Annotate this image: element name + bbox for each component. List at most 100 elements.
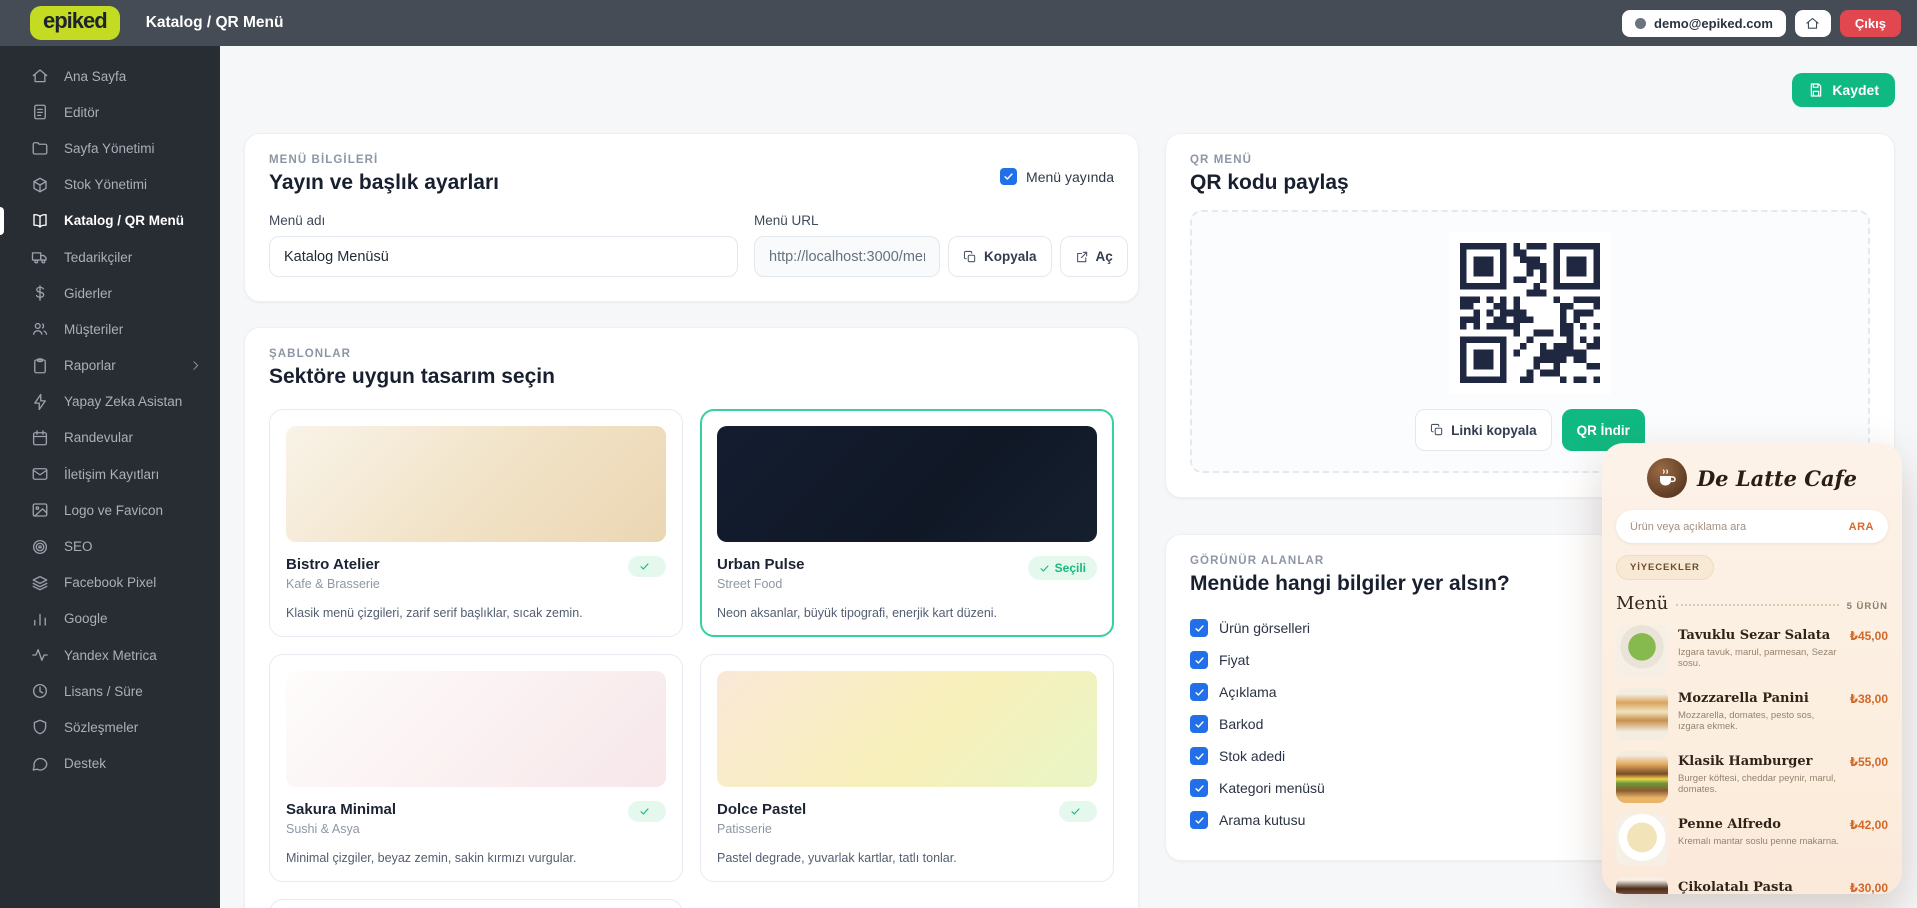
option-checkbox[interactable] bbox=[1190, 715, 1208, 733]
bar-chart-icon bbox=[31, 610, 49, 628]
sidebar-item-label: Giderler bbox=[64, 286, 112, 301]
templates-eyebrow: ŞABLONLAR bbox=[269, 348, 1114, 360]
menu-item-price: ₺42,00 bbox=[1850, 814, 1888, 832]
save-button[interactable]: Kaydet bbox=[1792, 73, 1895, 107]
publish-checkbox[interactable] bbox=[1000, 168, 1017, 185]
menu-item-name: Klasik Hamburger bbox=[1678, 754, 1840, 769]
sidebar-item-raporlar[interactable]: Raporlar bbox=[0, 348, 220, 384]
sidebar-item-logo-ve-favicon[interactable]: Logo ve Favicon bbox=[0, 492, 220, 528]
sidebar-item-label: Yapay Zeka Asistan bbox=[64, 394, 182, 409]
option-label: Stok adedi bbox=[1219, 748, 1285, 764]
app-logo[interactable]: epiked bbox=[30, 6, 120, 40]
option-checkbox[interactable] bbox=[1190, 779, 1208, 797]
option-checkbox[interactable] bbox=[1190, 651, 1208, 669]
page-title: Katalog / QR Menü bbox=[146, 14, 284, 32]
template-card-bistro-atelier[interactable]: Bistro Atelier Kafe & Brasserie Klasik m… bbox=[269, 409, 683, 637]
copy-url-button[interactable]: Kopyala bbox=[948, 236, 1052, 277]
copy-icon bbox=[1430, 423, 1444, 437]
copy-link-button[interactable]: Linki kopyala bbox=[1415, 409, 1552, 451]
option-checkbox[interactable] bbox=[1190, 811, 1208, 829]
layers-icon bbox=[31, 574, 49, 592]
sidebar-item-label: Editör bbox=[64, 105, 99, 120]
logout-button[interactable]: Çıkış bbox=[1840, 10, 1901, 37]
template-description: Minimal çizgiler, beyaz zemin, sakin kır… bbox=[286, 851, 666, 865]
sidebar-item-lisans-s-re[interactable]: Lisans / Süre bbox=[0, 673, 220, 709]
sidebar-item-label: Tedarikçiler bbox=[64, 250, 132, 265]
user-account-pill[interactable]: demo@epiked.com bbox=[1622, 10, 1786, 37]
selected-badge bbox=[628, 556, 666, 577]
topbar-actions: demo@epiked.com Çıkış bbox=[1622, 10, 1901, 37]
preview-search-button[interactable]: ARA bbox=[1849, 521, 1874, 533]
menu-item-name: Mozzarella Panini bbox=[1678, 691, 1840, 706]
sidebar-item-facebook-pixel[interactable]: Facebook Pixel bbox=[0, 565, 220, 601]
sidebar-item-label: Katalog / QR Menü bbox=[64, 213, 184, 228]
qr-code-image bbox=[1449, 232, 1611, 394]
preview-menu-item-klasik-hamburger[interactable]: Klasik Hamburger Burger köftesi, cheddar… bbox=[1616, 751, 1888, 803]
sidebar-item-sayfa-y-netimi[interactable]: Sayfa Yönetimi bbox=[0, 130, 220, 166]
sidebar-item-i-leti-im-kay-tlar[interactable]: İletişim Kayıtları bbox=[0, 456, 220, 492]
sidebar-item-randevular[interactable]: Randevular bbox=[0, 420, 220, 456]
option-label: Barkod bbox=[1219, 716, 1263, 732]
option-checkbox[interactable] bbox=[1190, 683, 1208, 701]
template-card-urban-pulse[interactable]: Urban Pulse Street Food Seçili Neon aksa… bbox=[700, 409, 1114, 637]
menu-url-input[interactable] bbox=[754, 236, 940, 277]
home-button[interactable] bbox=[1795, 10, 1831, 37]
template-card-dolce-pastel[interactable]: Dolce Pastel Patisserie Pastel degrade, … bbox=[700, 654, 1114, 882]
sidebar-item-google[interactable]: Google bbox=[0, 601, 220, 637]
menu-info-title: Yayın ve başlık ayarları bbox=[269, 171, 499, 195]
sidebar-item-label: SEO bbox=[64, 539, 93, 554]
folder-icon bbox=[31, 139, 49, 157]
option-checkbox[interactable] bbox=[1190, 619, 1208, 637]
sidebar-item-yandex-metrica[interactable]: Yandex Metrica bbox=[0, 637, 220, 673]
preview-menu-item-mozzarella-panini[interactable]: Mozzarella Panini Mozzarella, domates, p… bbox=[1616, 688, 1888, 740]
qr-eyebrow: QR MENÜ bbox=[1190, 154, 1870, 166]
option-label: Açıklama bbox=[1219, 684, 1277, 700]
external-link-icon bbox=[1075, 250, 1089, 264]
menu-item-image bbox=[1616, 625, 1668, 677]
sidebar-item-label: Destek bbox=[64, 756, 106, 771]
open-url-button[interactable]: Aç bbox=[1060, 236, 1128, 277]
preview-menu-item-penne-alfredo[interactable]: Penne Alfredo Kremalı mantar soslu penne… bbox=[1616, 814, 1888, 866]
template-name: Sakura Minimal bbox=[286, 801, 396, 818]
sidebar-item-label: Yandex Metrica bbox=[64, 648, 157, 663]
menu-item-image bbox=[1616, 877, 1668, 894]
dollar-icon bbox=[31, 284, 49, 302]
selected-badge: Seçili bbox=[1028, 556, 1097, 580]
copy-icon bbox=[963, 250, 977, 264]
sidebar-item-s-zle-meler[interactable]: Sözleşmeler bbox=[0, 709, 220, 745]
templates-title: Sektöre uygun tasarım seçin bbox=[269, 365, 1114, 389]
menu-item-price: ₺55,00 bbox=[1850, 751, 1888, 769]
menu-info-card: MENÜ BİLGİLERİ Yayın ve başlık ayarları … bbox=[244, 133, 1139, 302]
cafe-name: De Latte Cafe bbox=[1697, 466, 1857, 491]
preview-search-input[interactable] bbox=[1630, 521, 1849, 533]
preview-menu-item-ikolatal-pasta[interactable]: Çikolatalı Pasta Kat kat çikolatalı past… bbox=[1616, 877, 1888, 894]
sidebar-item-ana-sayfa[interactable]: Ana Sayfa bbox=[0, 58, 220, 94]
preview-category-pill[interactable]: YİYECEKLER bbox=[1616, 555, 1714, 580]
package-icon bbox=[31, 176, 49, 194]
sidebar-item-label: Sözleşmeler bbox=[64, 720, 138, 735]
image-icon bbox=[31, 501, 49, 519]
sidebar-item-katalog-qr-men[interactable]: Katalog / QR Menü bbox=[0, 203, 220, 239]
publish-toggle[interactable]: Menü yayında bbox=[1000, 168, 1114, 185]
preview-menu-item-tavuklu-sezar-salata[interactable]: Tavuklu Sezar Salata Izgara tavuk, marul… bbox=[1616, 625, 1888, 677]
option-label: Arama kutusu bbox=[1219, 812, 1305, 828]
sidebar-item-yapay-zeka-asistan[interactable]: Yapay Zeka Asistan bbox=[0, 384, 220, 420]
option-checkbox[interactable] bbox=[1190, 747, 1208, 765]
menu-name-input[interactable] bbox=[269, 236, 738, 277]
sidebar-item-giderler[interactable]: Giderler bbox=[0, 275, 220, 311]
template-card[interactable] bbox=[269, 899, 683, 908]
check-icon bbox=[1039, 563, 1050, 574]
sidebar-item-destek[interactable]: Destek bbox=[0, 746, 220, 782]
qr-title: QR kodu paylaş bbox=[1190, 171, 1870, 195]
sidebar-item-stok-y-netimi[interactable]: Stok Yönetimi bbox=[0, 167, 220, 203]
menu-item-price: ₺38,00 bbox=[1850, 688, 1888, 706]
template-name: Dolce Pastel bbox=[717, 801, 806, 818]
sidebar-item-tedarik-iler[interactable]: Tedarikçiler bbox=[0, 239, 220, 275]
menu-item-name: Tavuklu Sezar Salata bbox=[1678, 628, 1840, 643]
sidebar-item-seo[interactable]: SEO bbox=[0, 528, 220, 564]
sidebar-item-edit-r[interactable]: Editör bbox=[0, 94, 220, 130]
sidebar-item-label: Raporlar bbox=[64, 358, 116, 373]
template-card-sakura-minimal[interactable]: Sakura Minimal Sushi & Asya Minimal çizg… bbox=[269, 654, 683, 882]
sidebar-item-m-teriler[interactable]: Müşteriler bbox=[0, 311, 220, 347]
sidebar-item-label: Sayfa Yönetimi bbox=[64, 141, 155, 156]
